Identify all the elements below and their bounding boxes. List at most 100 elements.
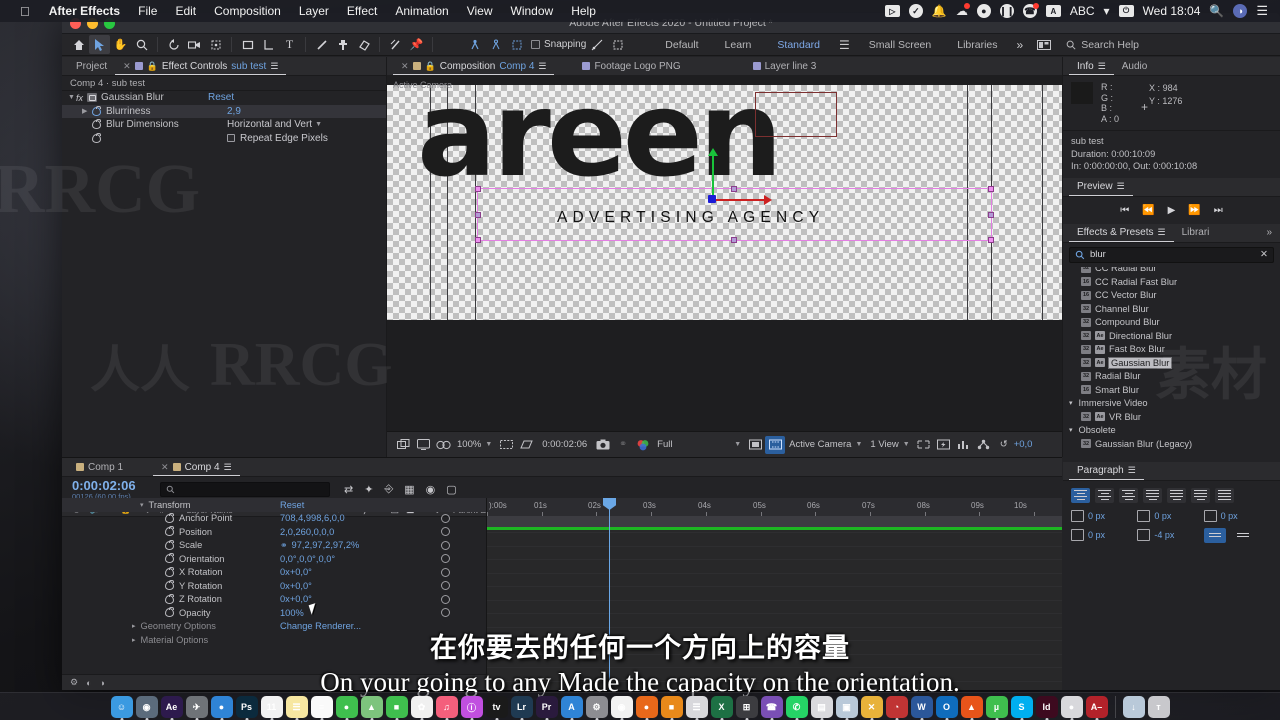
justify-last-center-button[interactable] <box>1167 487 1186 503</box>
clear-search-icon[interactable]: ✕ <box>1260 249 1268 260</box>
puppet-starch-icon[interactable] <box>485 35 506 54</box>
snapping-align-icon[interactable] <box>586 35 607 54</box>
composition-viewport[interactable]: Active Camera areen ADVERTISING AGENCY <box>387 75 1062 431</box>
space-after-paragraph[interactable]: -4 px <box>1137 528 1203 543</box>
effects-category-row[interactable]: ▾ Obsolete <box>1067 424 1280 438</box>
panel-menu-icon[interactable]: ☰ <box>224 462 232 473</box>
resize-handle-bc[interactable] <box>731 237 737 243</box>
workspace-libraries[interactable]: Libraries <box>944 39 1010 51</box>
tab-info[interactable]: Info ☰ <box>1069 57 1114 75</box>
workspace-default[interactable]: Default <box>652 39 711 51</box>
fast-previews-icon[interactable] <box>934 436 954 454</box>
effects-list-item[interactable]: 32 CC Radial Blur <box>1067 266 1280 276</box>
stopwatch-icon[interactable] <box>165 553 174 564</box>
timeline-search-input[interactable] <box>160 482 330 497</box>
timeline-property-row[interactable]: ▸ Geometry Options Change Renderer... <box>62 620 486 634</box>
always-preview-this-view-icon[interactable] <box>393 436 413 454</box>
channel-rgb-icon[interactable] <box>633 436 653 454</box>
dock-item-system-preferences[interactable]: ⚙ <box>585 696 608 718</box>
dock-item-dvd-player[interactable]: ● <box>1060 696 1083 718</box>
tab-paragraph[interactable]: Paragraph ☰ <box>1069 462 1144 480</box>
timeline-zoom-in-icon[interactable]: ◑ <box>100 678 105 688</box>
dock-item-firefox[interactable]: ● <box>635 696 658 718</box>
property-value[interactable]: 0x+0,0° <box>280 581 312 591</box>
tab-comp-4[interactable]: ✕ Comp 4 ☰ <box>153 458 240 476</box>
dock-item-messages[interactable]: ● <box>335 696 358 718</box>
workspace-menu-icon[interactable]: ☰ <box>833 38 856 52</box>
property-value[interactable]: 2,0,260,0,0,0 <box>280 527 334 537</box>
resolution-icon[interactable] <box>496 436 516 454</box>
chevron-down-icon[interactable]: ▼ <box>68 94 76 101</box>
resize-handle-tc[interactable] <box>731 186 737 192</box>
dock-item-photoshop[interactable]: Ps <box>235 696 258 718</box>
axis-y-green-arrow[interactable] <box>708 148 718 200</box>
menu-help[interactable]: Help <box>562 4 605 18</box>
timeline-property-row[interactable]: Opacity 100% <box>62 606 486 620</box>
snapping-bounds-icon[interactable] <box>607 35 628 54</box>
property-value[interactable]: 0x+0,0° <box>280 567 312 577</box>
property-value-cell[interactable]: 0x+0,0° <box>280 581 415 591</box>
region-of-interest-icon[interactable] <box>516 436 536 454</box>
effects-category-row[interactable]: ▾ Immersive Video <box>1067 397 1280 411</box>
work-area-bar[interactable] <box>487 516 1062 527</box>
tab-comp-1[interactable]: Comp 1 <box>68 458 131 476</box>
expression-swirl-icon[interactable] <box>441 540 450 550</box>
dock-item-trash[interactable]: ᴛ <box>1147 696 1170 718</box>
menu-after-effects[interactable]: After Effects <box>40 4 129 18</box>
workspace-small-screen[interactable]: Small Screen <box>856 39 944 51</box>
screen-recording-icon[interactable]: ▷ <box>884 5 900 17</box>
blur-dimensions-dropdown[interactable]: Horizontal and Vert ▼ <box>227 119 322 130</box>
property-value-cell[interactable]: 0x+0,0° <box>280 567 415 577</box>
stopwatch-icon[interactable] <box>92 105 101 116</box>
menu-composition[interactable]: Composition <box>205 4 290 18</box>
panel-menu-icon[interactable]: ☰ <box>1117 181 1125 192</box>
indent-first-line-value[interactable]: 0 px <box>1088 530 1105 540</box>
close-icon[interactable]: ✕ <box>161 462 169 473</box>
stopwatch-icon[interactable] <box>92 119 101 130</box>
property-value-cell[interactable]: 0x+0,0° <box>280 594 415 604</box>
panel-menu-icon[interactable]: ☰ <box>538 61 546 72</box>
guides-icon[interactable] <box>974 436 994 454</box>
dock-item-app-orange[interactable]: ■ <box>660 696 683 718</box>
clock-label[interactable]: Wed 18:04 <box>1143 4 1201 18</box>
justify-all-button[interactable] <box>1215 487 1234 503</box>
zoom-tool-icon[interactable] <box>131 35 152 54</box>
resize-handle-bl[interactable] <box>475 237 481 243</box>
snapping-checkbox-icon[interactable] <box>531 40 540 49</box>
current-time-indicator[interactable] <box>603 498 616 690</box>
dock-item-excel[interactable]: X <box>710 696 733 718</box>
stereo-3d-icon[interactable] <box>433 436 453 454</box>
dock-item-photos[interactable]: ✿ <box>410 696 433 718</box>
expression-swirl-icon[interactable] <box>441 567 450 577</box>
tab-footage-logo-png[interactable]: Footage Logo PNG <box>574 57 688 75</box>
effects-list-item[interactable]: 16 CC Radial Fast Blur <box>1067 275 1280 289</box>
roto-brush-tool-icon[interactable] <box>385 35 406 54</box>
anchor-point-tool-icon[interactable] <box>205 35 226 54</box>
resize-handle-mr[interactable] <box>988 212 994 218</box>
effect-row-gaussian-blur[interactable]: ▼ fx Gaussian Blur Reset <box>62 91 386 105</box>
tab-project[interactable]: Project <box>68 57 115 75</box>
first-frame-icon[interactable]: ⏮ <box>1120 205 1129 216</box>
justify-last-right-button[interactable] <box>1191 487 1210 503</box>
timeline-track-area[interactable]: ):00s 01s 02s 03s 04s 05s 06s 07s 08s 09s 10s <box>487 498 1062 690</box>
dock-item-launchpad[interactable]: ◉ <box>135 696 158 718</box>
effects-list[interactable]: 32 CC Radial Blur 16 CC Radial Fast Blur 16 C… <box>1063 266 1280 451</box>
timeline-property-row[interactable]: Position 2,0,260,0,0,0 <box>62 525 486 539</box>
effects-list-item[interactable]: 32 Gaussian Blur (Legacy) <box>1067 437 1280 451</box>
brush-tool-icon[interactable] <box>311 35 332 54</box>
menu-effect[interactable]: Effect <box>338 4 386 18</box>
take-snapshot-icon[interactable] <box>593 436 613 454</box>
effects-list-item[interactable]: 32 Channel Blur <box>1067 302 1280 316</box>
wifi-icon[interactable]: ▾ <box>1104 4 1110 18</box>
composition-timecode[interactable]: 0:00:02:06 <box>542 439 587 450</box>
property-value[interactable]: 97,2,97,2,97,2% <box>292 540 360 550</box>
eraser-tool-icon[interactable] <box>353 35 374 54</box>
pen-tool-icon[interactable] <box>258 35 279 54</box>
chevron-right-icon[interactable]: ▸ <box>132 622 136 630</box>
dock-item-facetime[interactable]: ■ <box>385 696 408 718</box>
expression-swirl-icon[interactable] <box>441 554 450 564</box>
reset-exposure-icon[interactable]: ↺ <box>994 436 1014 454</box>
dock-item-outlook[interactable]: O <box>935 696 958 718</box>
align-center-button[interactable] <box>1095 487 1114 503</box>
zoom-level-selector[interactable]: 100% ▼ <box>453 439 496 450</box>
